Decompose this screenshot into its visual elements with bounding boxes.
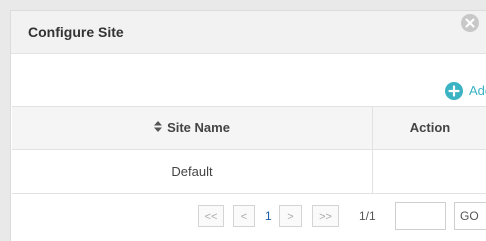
table-header: Site Name Action [12, 106, 486, 150]
plus-circle-icon [445, 82, 463, 100]
pagination: << < 1 > >> 1/1 GO [11, 201, 486, 231]
dialog-header: Configure Site [11, 11, 486, 54]
close-icon[interactable] [461, 14, 479, 32]
current-page-number[interactable]: 1 [265, 205, 272, 227]
first-page-button[interactable]: << [198, 205, 224, 227]
goto-page-input[interactable] [395, 202, 446, 230]
column-header-action: Action [409, 120, 451, 135]
cell-site-name: Default [12, 150, 373, 193]
last-page-button[interactable]: >> [312, 205, 339, 227]
configure-site-dialog: Configure Site Add Site Name [10, 10, 486, 241]
page-count: 1/1 [359, 209, 376, 223]
add-button-label: Add [469, 83, 486, 98]
go-button[interactable]: GO [454, 202, 486, 230]
column-header-site-name-label: Site Name [167, 120, 230, 135]
dialog-title: Configure Site [28, 24, 124, 40]
sort-icon[interactable] [154, 107, 163, 149]
column-header-site-name[interactable]: Site Name [12, 107, 373, 149]
table-row[interactable]: Default [12, 150, 486, 194]
next-page-button[interactable]: > [279, 205, 302, 227]
prev-page-button[interactable]: < [233, 205, 255, 227]
cell-action [373, 150, 486, 193]
